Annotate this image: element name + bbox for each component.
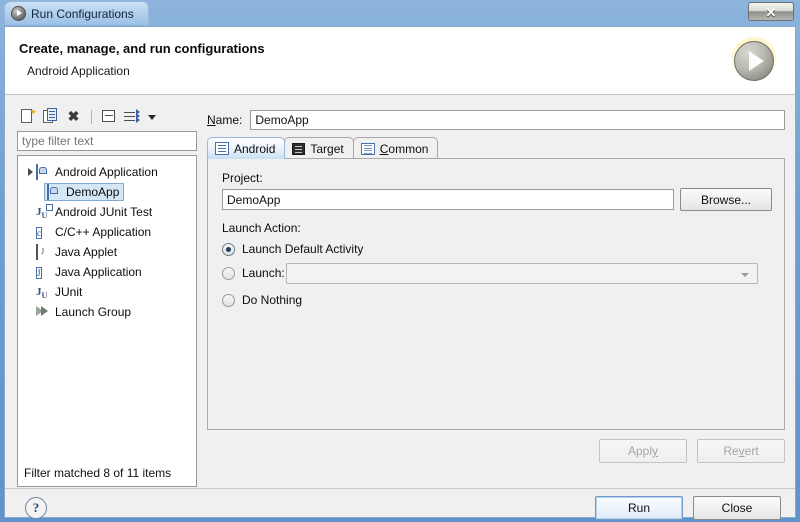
footer-divider — [5, 488, 795, 489]
duplicate-configuration-icon[interactable] — [42, 108, 60, 126]
close-button[interactable]: Close — [693, 496, 781, 520]
radio-launch[interactable]: Launch: — [222, 266, 285, 280]
target-tab-icon — [292, 142, 306, 155]
java-applet-icon — [36, 243, 51, 260]
android-tab-icon — [215, 142, 229, 155]
tree-item-label: JUnit — [55, 285, 83, 299]
tab-label: Common — [379, 141, 429, 156]
project-label: Project: — [222, 171, 263, 185]
radio-icon[interactable] — [222, 266, 235, 280]
launch-group-icon — [36, 305, 51, 320]
radio-do-nothing[interactable]: Do Nothing — [222, 293, 302, 307]
tree-item-launch-group[interactable]: Launch Group — [18, 302, 196, 322]
tree-items: Android Application DemoApp JU Android J… — [18, 156, 196, 322]
dialog-client: Create, manage, and run configurations A… — [4, 26, 796, 520]
configurations-panel: ✦ ✖ type filter text Android Application… — [17, 105, 197, 487]
close-window-button[interactable]: ✕ — [748, 2, 794, 21]
run-configurations-window: Run Configurations ✕ Create, manage, and… — [0, 0, 800, 522]
toolbar-divider — [91, 110, 92, 124]
tree-item-junit[interactable]: JU JUnit — [18, 282, 196, 302]
radio-label: Do Nothing — [242, 293, 303, 307]
radio-icon[interactable] — [222, 242, 235, 256]
filter-status: Filter matched 8 of 11 items — [24, 466, 172, 480]
tree-item-java-application[interactable]: J Java Application — [18, 262, 196, 282]
tree-item-c-cpp-application[interactable]: c C/C++ Application — [18, 222, 196, 242]
tree-item-label: Launch Group — [55, 305, 132, 319]
tree-item-android-application[interactable]: Android Application — [18, 162, 196, 182]
filter-icon[interactable] — [123, 108, 141, 126]
new-configuration-icon[interactable]: ✦ — [19, 108, 37, 126]
tree-item-android-junit-test[interactable]: JU Android JUnit Test — [18, 202, 196, 222]
page-title: Create, manage, and run configurations — [19, 41, 265, 56]
run-circle-icon — [11, 6, 26, 21]
window-titlebar: Run Configurations ✕ — [0, 0, 800, 26]
name-label: Name: — [207, 113, 243, 127]
tree-item-label: Java Application — [55, 265, 142, 279]
android-app-icon — [47, 183, 62, 200]
sphere — [734, 41, 774, 81]
apply-button[interactable]: Apply — [599, 439, 687, 463]
radio-label: Launch Default Activity — [242, 242, 364, 256]
android-app-icon — [36, 163, 51, 180]
tab-android[interactable]: Android — [207, 137, 286, 159]
tab-common[interactable]: Common — [352, 137, 439, 159]
junit-icon: JU — [36, 285, 48, 300]
tree-item-label: Android JUnit Test — [55, 205, 153, 219]
tab-target[interactable]: Target — [284, 137, 354, 159]
launch-action-label: Launch Action: — [222, 221, 301, 235]
run-button[interactable]: Run — [595, 496, 683, 520]
tree-item-demoapp[interactable]: DemoApp — [18, 182, 196, 202]
tab-label: Target — [310, 141, 344, 156]
tree-item-label: C/C++ Application — [55, 225, 152, 239]
name-row: Name: — [207, 109, 785, 131]
tab-label: Android — [234, 141, 276, 156]
radio-launch-default-activity[interactable]: Launch Default Activity — [222, 242, 363, 256]
radio-icon[interactable] — [222, 293, 235, 307]
radio-label: Launch: — [242, 266, 285, 280]
window-title-tab: Run Configurations — [4, 1, 149, 25]
launch-activity-dropdown[interactable] — [286, 263, 758, 284]
tree-item-java-applet[interactable]: Java Applet — [18, 242, 196, 262]
apply-revert-row: Apply Revert — [599, 439, 785, 463]
common-tab-icon — [360, 142, 375, 155]
android-tab-panel: Project: Browse... Launch Action: Launch… — [207, 158, 785, 430]
project-input[interactable] — [222, 189, 674, 210]
dialog-buttons: Run Close — [595, 496, 781, 520]
tree-item-label: DemoApp — [66, 185, 120, 199]
java-app-icon: J — [36, 266, 42, 279]
revert-button[interactable]: Revert — [697, 439, 785, 463]
close-icon: ✕ — [765, 4, 777, 20]
dialog-header: Create, manage, and run configurations A… — [5, 27, 795, 95]
filter-input[interactable] — [17, 131, 197, 151]
chevron-down-icon — [741, 273, 749, 277]
chevron-down-icon[interactable] — [148, 114, 156, 120]
c-cpp-icon: c — [36, 226, 42, 239]
tree-item-label: Android Application — [55, 165, 158, 179]
run-sphere-icon — [729, 37, 779, 87]
configuration-detail-panel: Name: Android Target Common Project — [207, 105, 785, 487]
tree-toolbar: ✦ ✖ — [17, 105, 199, 129]
browse-button[interactable]: Browse... — [680, 188, 772, 211]
android-junit-icon: JU — [36, 203, 53, 220]
expand-twisty-icon[interactable] — [24, 162, 36, 182]
configurations-tree[interactable]: Android Application DemoApp JU Android J… — [17, 155, 197, 487]
window-title: Run Configurations — [31, 6, 134, 21]
name-input[interactable] — [250, 110, 785, 130]
tree-item-label: Java Applet — [55, 245, 118, 259]
detail-tabs: Android Target Common — [207, 136, 785, 159]
page-subtitle: Android Application — [27, 64, 130, 78]
help-button[interactable]: ? — [25, 497, 47, 519]
delete-configuration-icon[interactable]: ✖ — [65, 108, 83, 126]
collapse-all-icon[interactable] — [100, 108, 118, 126]
